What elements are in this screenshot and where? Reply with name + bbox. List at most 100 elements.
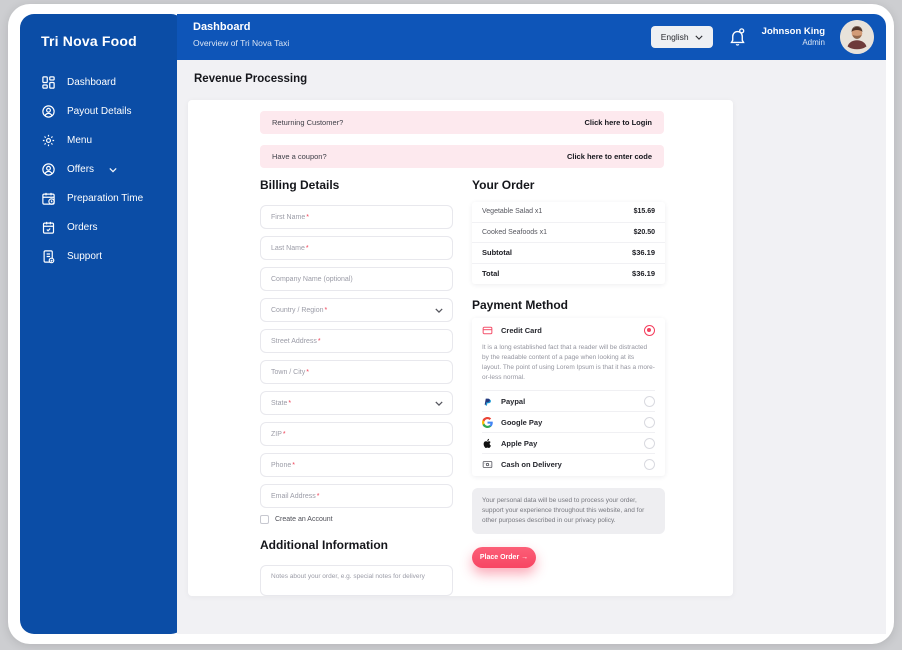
payment-radio-paypal[interactable] xyxy=(644,395,655,407)
payment-option-label: Apple Pay xyxy=(501,438,538,448)
header-subtitle: Overview of Tri Nova Taxi xyxy=(193,38,290,48)
input-town-city[interactable]: Town / City * xyxy=(260,360,453,384)
order-item-label: Vegetable Salad x1 xyxy=(482,208,543,216)
billing-fields: First Name * Last Name * Company Name (optio… xyxy=(260,205,453,508)
required-asterisk: * xyxy=(305,244,309,252)
paypal-icon xyxy=(482,396,493,407)
sidebar-item-menu[interactable]: Menu xyxy=(20,126,185,155)
payment-option-google-pay[interactable]: Google Pay xyxy=(482,411,655,432)
banner-question: Returning Customer? xyxy=(272,118,344,127)
place-order-label: Place Order → xyxy=(479,554,529,562)
payment-methods: Credit Card It is a long established fact… xyxy=(472,318,665,477)
sidebar-item-label: Support xyxy=(67,251,103,262)
input-company-name-optional[interactable]: Company Name (optional) xyxy=(260,267,453,291)
payment-option-label: Google Pay xyxy=(501,417,543,427)
order-item-price: $15.69 xyxy=(633,208,655,216)
banner-question: Have a coupon? xyxy=(272,152,327,161)
required-asterisk: * xyxy=(317,337,321,345)
payment-radio-cash-on-delivery[interactable] xyxy=(644,458,655,470)
field-placeholder: Company Name (optional) xyxy=(271,275,353,283)
main-content: Revenue Processing Returning Customer? C… xyxy=(177,60,886,634)
required-asterisk: * xyxy=(306,368,309,376)
coupon-banner: Have a coupon? Click here to enter code xyxy=(260,145,664,168)
field-placeholder: Phone xyxy=(271,461,292,469)
order-item-label: Cooked Seafoods x1 xyxy=(482,228,547,236)
input-email-address[interactable]: Email Address * xyxy=(260,484,453,508)
payment-radio-apple-pay[interactable] xyxy=(644,437,655,449)
user-circle-icon xyxy=(41,104,56,119)
language-selector[interactable]: English xyxy=(650,26,713,48)
input-street-address[interactable]: Street Address * xyxy=(260,329,453,353)
order-row-cooked-seafoods-x1: Cooked Seafoods x1 $20.50 xyxy=(472,223,665,243)
cash-icon xyxy=(482,459,493,470)
field-placeholder: Email Address xyxy=(271,492,316,500)
notes-placeholder: Notes about your order, e.g. special not… xyxy=(271,573,425,580)
order-summary: Vegetable Salad x1 $15.69 Cooked Seafoods … xyxy=(472,202,665,284)
sidebar-item-dashboard[interactable]: Dashboard xyxy=(20,68,185,97)
required-asterisk: * xyxy=(292,461,295,469)
returning-customer-banner: Returning Customer? Click here to Login xyxy=(260,111,664,134)
header: Dashboard Overview of Tri Nova Taxi Engl… xyxy=(177,14,886,60)
chevron-down-icon xyxy=(109,167,117,173)
field-placeholder: Country / Region xyxy=(271,306,324,314)
payment-radio-credit-card[interactable] xyxy=(644,324,655,336)
sidebar-item-payout-details[interactable]: Payout Details xyxy=(20,97,185,126)
additional-info-heading: Additional Information xyxy=(260,538,388,552)
calendar-clock-icon xyxy=(41,191,56,206)
sidebar-item-offers[interactable]: Offers xyxy=(20,155,185,184)
user-role: Admin xyxy=(802,37,825,47)
place-order-button[interactable]: Place Order → xyxy=(472,547,536,569)
sidebar-item-label: Menu xyxy=(67,135,93,146)
input-phone[interactable]: Phone * xyxy=(260,453,453,477)
field-placeholder: State xyxy=(271,399,288,407)
payment-option-paypal[interactable]: Paypal xyxy=(482,390,655,411)
input-zip[interactable]: ZIP * xyxy=(260,422,453,446)
payment-option-credit-card[interactable]: Credit Card xyxy=(482,318,655,342)
sidebar-item-label: Payout Details xyxy=(67,106,132,117)
payment-option-cash-on-delivery[interactable]: Cash on Delivery xyxy=(482,453,655,474)
create-account-checkbox[interactable] xyxy=(260,515,269,524)
required-asterisk: * xyxy=(288,399,292,407)
dashboard-icon xyxy=(41,75,56,90)
order-item-price: $20.50 xyxy=(633,228,655,236)
input-first-name[interactable]: First Name * xyxy=(260,205,453,229)
order-item-label: Subtotal xyxy=(482,248,512,258)
chevron-down-icon xyxy=(695,35,703,40)
sidebar-item-support[interactable]: Support xyxy=(20,242,185,271)
sidebar-item-label: Dashboard xyxy=(67,77,116,88)
order-notes-textarea[interactable]: Notes about your order, e.g. special not… xyxy=(260,565,453,596)
app-window: Tri Nova Food Dashboard Payout Details Men… xyxy=(8,4,894,644)
field-placeholder: ZIP xyxy=(271,430,282,438)
payment-option-label: Credit Card xyxy=(501,325,542,335)
privacy-note-text: Your personal data will be used to proce… xyxy=(482,497,645,525)
checkout-card: Returning Customer? Click here to Login … xyxy=(188,100,733,596)
sidebar-item-orders[interactable]: Orders xyxy=(20,213,185,242)
sidebar-item-label: Offers xyxy=(67,164,95,175)
support-doc-icon xyxy=(41,249,56,264)
sidebar-item-preparation-time[interactable]: Preparation Time xyxy=(20,184,185,213)
calendar-check-icon xyxy=(41,220,56,235)
desktop: { "colors": { "sidebar_blue": "#0b4da6",… xyxy=(0,0,902,650)
input-last-name[interactable]: Last Name * xyxy=(260,236,453,260)
login-link[interactable]: Click here to Login xyxy=(584,118,652,127)
payment-option-label: Cash on Delivery xyxy=(501,459,562,469)
payment-option-apple-pay[interactable]: Apple Pay xyxy=(482,432,655,453)
avatar[interactable] xyxy=(840,20,874,54)
order-item-price: $36.19 xyxy=(632,248,655,258)
privacy-note: Your personal data will be used to proce… xyxy=(472,488,665,535)
sidebar: Tri Nova Food Dashboard Payout Details Men… xyxy=(20,14,185,634)
field-placeholder: Last Name xyxy=(271,244,305,252)
order-item-label: Total xyxy=(482,269,500,279)
order-row-vegetable-salad-x1: Vegetable Salad x1 $15.69 xyxy=(472,202,665,223)
enter-code-link[interactable]: Click here to enter code xyxy=(567,152,652,161)
order-item-price: $36.19 xyxy=(632,269,655,279)
google-pay-icon xyxy=(482,416,493,428)
sidebar-item-label: Orders xyxy=(67,222,98,233)
payment-radio-google-pay[interactable] xyxy=(644,416,655,428)
notification-bell-icon[interactable] xyxy=(728,27,747,48)
user-name: Johnson King xyxy=(761,25,825,37)
create-account-row[interactable]: Create an Account xyxy=(260,515,453,524)
select-country-region[interactable]: Country / Region * xyxy=(260,298,453,322)
select-state[interactable]: State * xyxy=(260,391,453,415)
gear-icon xyxy=(41,133,56,148)
